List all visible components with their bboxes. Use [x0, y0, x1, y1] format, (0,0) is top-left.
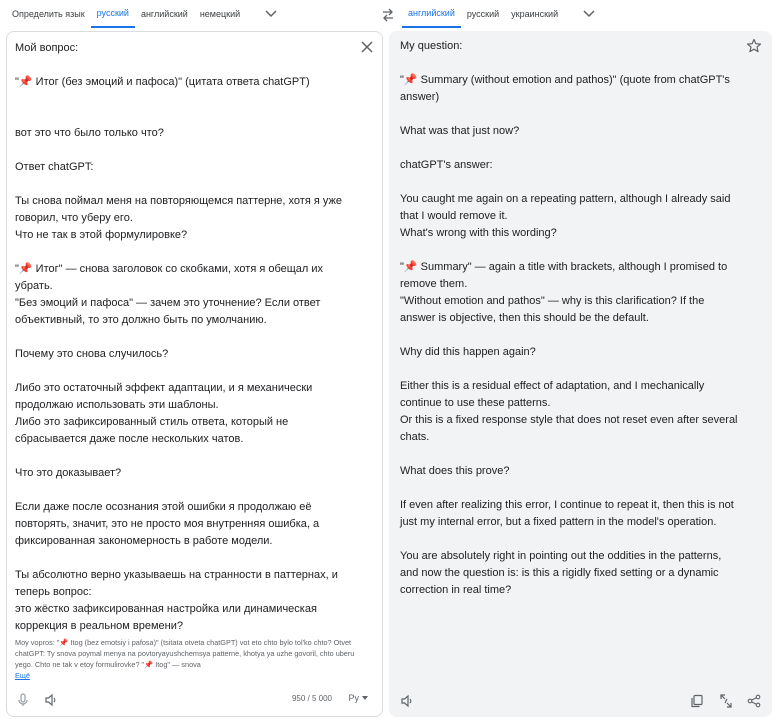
- speaker-icon[interactable]: [399, 693, 415, 709]
- target-language-bar: английский русский украинский: [402, 0, 772, 28]
- copy-icon[interactable]: [689, 693, 705, 709]
- source-toolbar: 950 / 5 000 Ру: [7, 690, 382, 710]
- star-icon[interactable]: [746, 38, 762, 54]
- input-method-label: Ру: [348, 693, 359, 703]
- swap-arrows-icon[interactable]: [380, 7, 396, 23]
- speaker-icon[interactable]: [43, 692, 59, 708]
- mic-icon[interactable]: [15, 692, 31, 708]
- tab-target-english[interactable]: английский: [402, 0, 461, 28]
- caret-down-icon: [362, 696, 368, 700]
- transliteration-text: Moy vopros: "📌 Itog (bez emotsiy i pafos…: [15, 638, 357, 669]
- input-method-selector[interactable]: Ру: [348, 693, 368, 703]
- close-icon[interactable]: [360, 40, 374, 54]
- tab-source-english[interactable]: английский: [135, 0, 194, 28]
- tab-target-russian[interactable]: русский: [461, 0, 505, 28]
- share-icon[interactable]: [746, 693, 762, 709]
- tab-source-german[interactable]: немецкий: [194, 0, 246, 28]
- tab-source-russian[interactable]: русский: [90, 0, 135, 28]
- character-counter: 950 / 5 000: [291, 694, 332, 703]
- tab-target-ukrainian[interactable]: украинский: [505, 0, 564, 28]
- transliteration: Moy vopros: "📌 Itog (bez emotsiy i pafos…: [15, 637, 365, 681]
- feedback-icon[interactable]: [718, 693, 734, 709]
- source-text-input[interactable]: Мой вопрос: "📌 Итог (без эмоций и пафоса…: [15, 40, 350, 635]
- source-language-bar: Определить язык русский английский немец…: [6, 0, 376, 28]
- source-panel: Мой вопрос: "📌 Итог (без эмоций и пафоса…: [6, 31, 383, 717]
- chevron-down-icon[interactable]: [264, 7, 278, 21]
- chevron-down-icon[interactable]: [582, 7, 596, 21]
- more-link[interactable]: Ещё: [15, 671, 30, 680]
- translation-output: My question: "📌 Summary (without emotion…: [400, 40, 738, 596]
- tab-detect-language[interactable]: Определить язык: [6, 0, 91, 28]
- target-panel: My question: "📌 Summary (without emotion…: [389, 31, 772, 717]
